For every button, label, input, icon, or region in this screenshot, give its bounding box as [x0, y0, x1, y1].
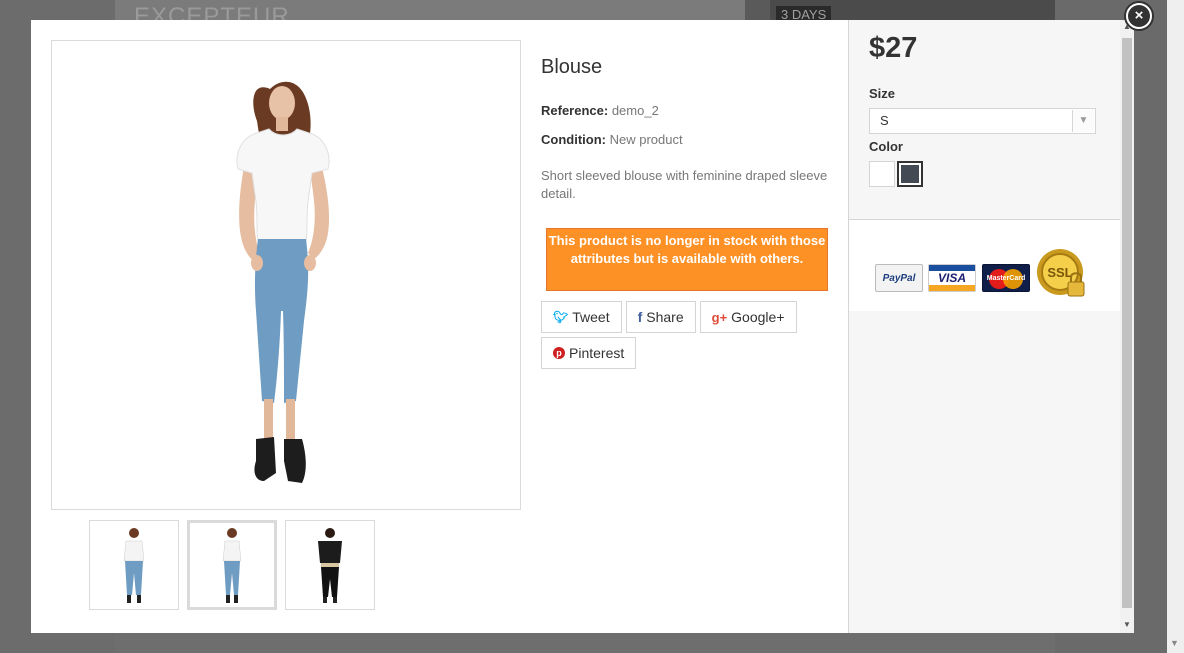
thumbnail-1-image: [123, 528, 145, 603]
pinterest-label: Pinterest: [569, 345, 625, 361]
modal-scrollbar[interactable]: ▲ ▼: [1120, 20, 1134, 633]
quick-view-modal: Blouse Reference: demo_2 Condition: New …: [31, 20, 1134, 633]
size-select[interactable]: S ▼: [869, 108, 1096, 134]
size-select-value: S: [880, 113, 889, 128]
tweet-label: Tweet: [572, 309, 610, 325]
thumbnail-2-image: [222, 528, 242, 603]
mastercard-logo: MasterCard: [982, 264, 1030, 292]
visa-top-stripe: [929, 265, 975, 271]
mastercard-logo-text: MasterCard: [986, 274, 1026, 282]
background-bottom-strip: [115, 633, 1055, 653]
thumbnail-2[interactable]: [187, 520, 277, 610]
product-main-image[interactable]: [51, 40, 521, 510]
close-icon: ×: [1128, 5, 1150, 27]
color-swatch-dark-grey-fill: [901, 165, 919, 183]
color-label: Color: [869, 139, 903, 154]
product-description: Short sleeved blouse with feminine drape…: [541, 168, 828, 201]
twitter-icon: 🐦︎: [553, 310, 569, 324]
product-condition: Condition: New product: [541, 132, 831, 147]
scroll-down-arrow[interactable]: ▼: [1123, 620, 1131, 629]
color-swatch-dark-grey[interactable]: [897, 161, 923, 187]
googleplus-label: Google+: [731, 309, 785, 325]
condition-value: New product: [609, 132, 683, 147]
product-name: Blouse: [541, 56, 603, 78]
product-reference: Reference: demo_2: [541, 103, 831, 118]
share-label: Share: [646, 309, 684, 325]
reference-value: demo_2: [611, 103, 659, 118]
thumbnail-3[interactable]: [285, 520, 375, 610]
color-swatch-white[interactable]: [869, 161, 895, 187]
model-photo: [236, 81, 330, 483]
product-info: Blouse Reference: demo_2 Condition: New …: [541, 56, 831, 203]
paypal-logo: PayPal: [875, 264, 923, 292]
googleplus-icon: g+: [711, 309, 728, 325]
payment-methods: PayPal VISA MasterCard SSL: [849, 220, 1120, 311]
visa-bottom-stripe: [929, 285, 975, 291]
thumbnail-list: [89, 520, 375, 610]
pinterest-button[interactable]: p Pinterest: [541, 337, 637, 369]
ssl-seal-icon: SSL: [1037, 249, 1085, 297]
page-scroll-down-arrow[interactable]: ▼: [1170, 638, 1179, 648]
reference-label: Reference:: [541, 103, 609, 118]
close-modal-button[interactable]: ×: [1124, 1, 1154, 31]
social-share-buttons: 🐦︎ Tweet f Share g+ Google+ p Pinterest: [541, 301, 801, 369]
visa-logo-text: VISA: [937, 271, 966, 285]
facebook-icon: f: [637, 309, 643, 325]
thumbnail-1[interactable]: [89, 520, 179, 610]
chevron-down-icon[interactable]: ▼: [1072, 110, 1094, 132]
product-price: $27: [869, 32, 918, 64]
share-button[interactable]: f Share: [625, 301, 696, 333]
ssl-seal-label: SSL: [1047, 265, 1072, 280]
thumbnail-3-image: [318, 528, 342, 603]
condition-label: Condition:: [541, 132, 606, 147]
pinterest-icon: p: [553, 347, 565, 359]
visa-logo: VISA: [928, 264, 976, 292]
purchase-panel: $27 Size S ▼ Color PayPal VISA MasterCar…: [848, 20, 1120, 633]
size-label: Size: [869, 86, 896, 101]
tweet-button[interactable]: 🐦︎ Tweet: [541, 301, 622, 333]
page-scrollbar[interactable]: [1167, 0, 1184, 653]
googleplus-button[interactable]: g+ Google+: [699, 301, 797, 333]
stock-warning: This product is no longer in stock with …: [546, 228, 828, 291]
modal-scrollbar-thumb[interactable]: [1122, 38, 1132, 608]
